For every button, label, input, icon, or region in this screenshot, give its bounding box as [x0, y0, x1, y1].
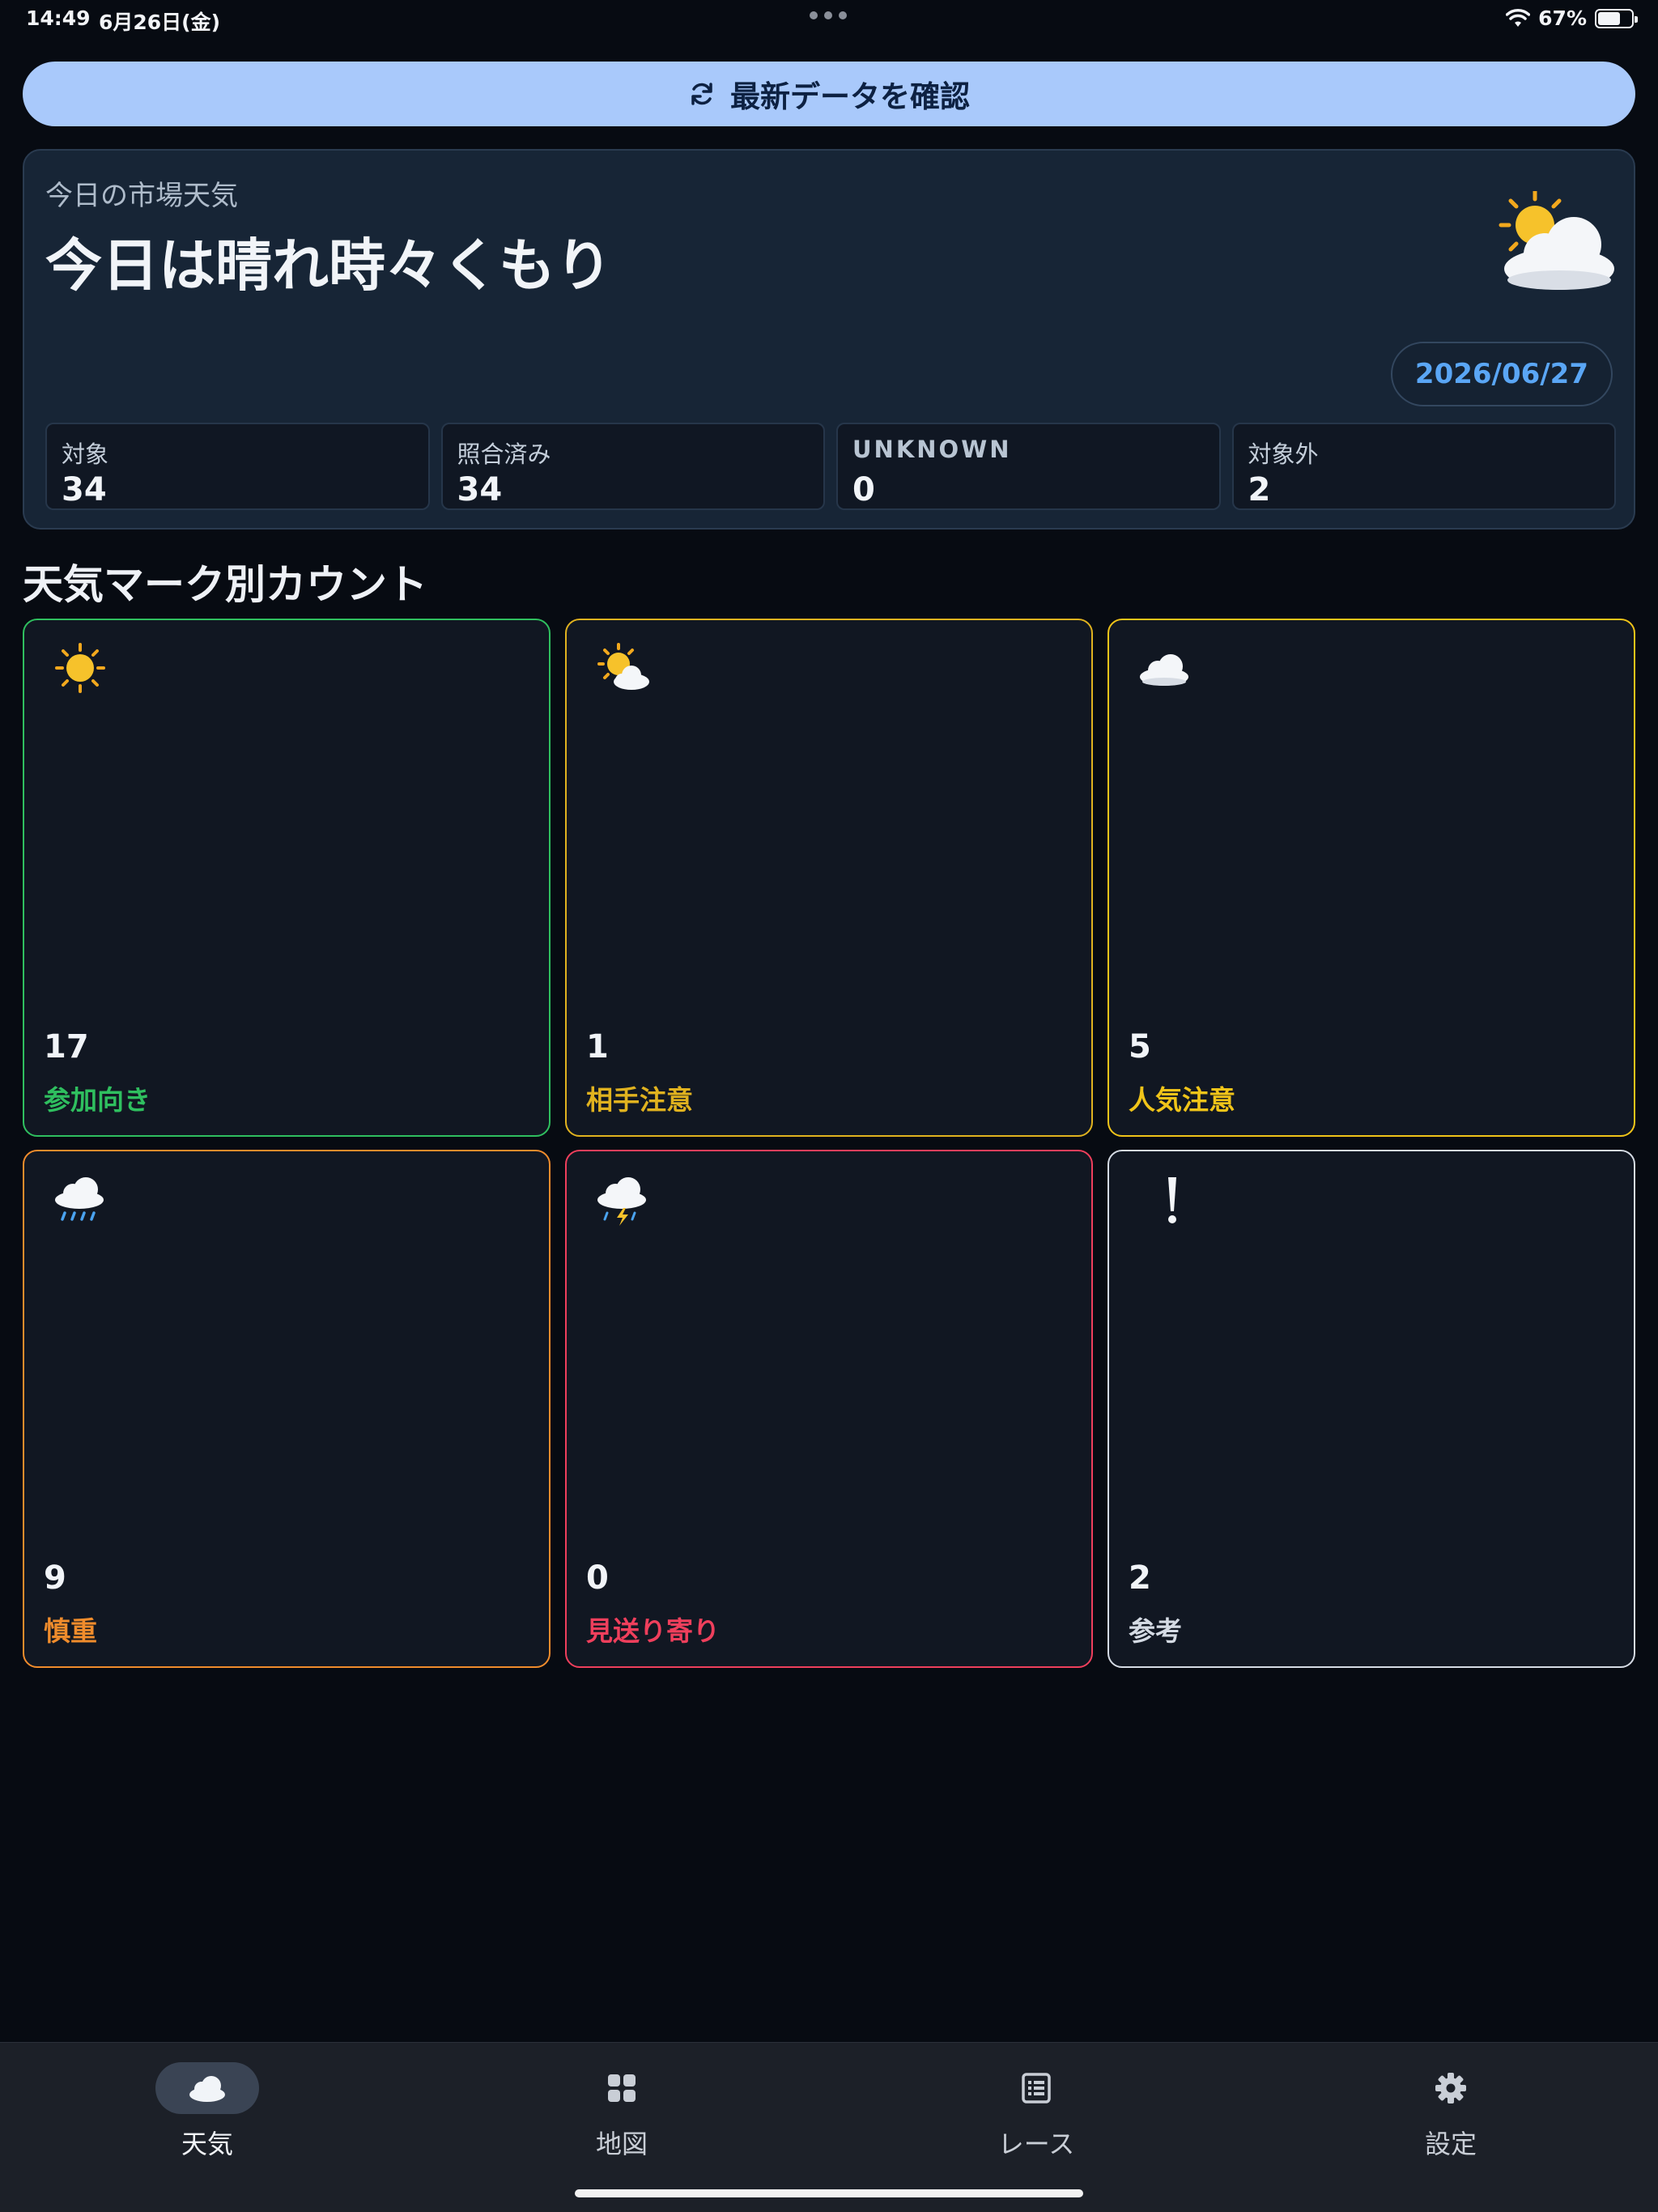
stat-matched: 照合済み 34: [440, 423, 825, 510]
home-indicator[interactable]: [575, 2189, 1083, 2197]
refresh-data-button[interactable]: 最新データを確認: [23, 62, 1635, 126]
section-title: 天気マーク別カウント: [23, 561, 427, 608]
multitasking-dots-icon[interactable]: [810, 11, 847, 19]
stat-value: 34: [457, 471, 503, 508]
summary-kicker: 今日の市場天気: [45, 180, 238, 212]
mark-card-careful[interactable]: 9 慎重: [23, 1150, 551, 1668]
mark-count: 0: [586, 1559, 609, 1597]
mark-label: 参考: [1129, 1615, 1182, 1647]
tab-settings[interactable]: 設定: [1244, 2043, 1658, 2164]
tab-label: 天気: [181, 2129, 233, 2159]
stat-value: 2: [1248, 471, 1271, 508]
tab-races[interactable]: レース: [829, 2043, 1244, 2164]
summary-headline: 今日は晴れ時々くもり: [45, 232, 612, 299]
mark-count: 17: [44, 1028, 89, 1066]
refresh-icon: [691, 83, 712, 105]
mark-label: 見送り寄り: [586, 1615, 720, 1647]
stat-value: 0: [852, 471, 875, 508]
cloud-icon: [189, 2076, 225, 2102]
stat-target: 対象 34: [45, 423, 430, 510]
stat-label: 対象外: [1248, 440, 1319, 468]
status-bar: 14:49 6月26日(金) 67%: [0, 0, 1658, 39]
stat-unknown: UNKNOWN 0: [836, 423, 1221, 510]
mark-label: 相手注意: [586, 1084, 693, 1116]
grid-icon: [608, 2074, 636, 2102]
tab-label: レース: [997, 2129, 1075, 2159]
battery-icon: [1595, 8, 1638, 28]
stat-label: 対象: [62, 440, 109, 468]
status-time: 14:49: [26, 6, 91, 30]
list-icon: [1022, 2073, 1051, 2104]
cloud-lightning-icon: [597, 1177, 646, 1226]
stat-excluded: 対象外 2: [1231, 423, 1616, 510]
tab-label: 地図: [595, 2129, 648, 2159]
cloud-icon: [1140, 654, 1188, 686]
stat-label: UNKNOWN: [852, 436, 1012, 463]
status-date: 6月26日(金): [99, 11, 221, 34]
mark-label: 参加向き: [44, 1084, 151, 1116]
sun-behind-cloud-icon: [597, 643, 649, 690]
mark-card-opponent-caution[interactable]: 1 相手注意: [565, 619, 1093, 1137]
mark-count: 5: [1129, 1028, 1151, 1066]
mark-label: 慎重: [44, 1615, 97, 1647]
mark-count: 2: [1129, 1559, 1151, 1597]
market-weather-summary-card: 今日の市場天気 今日は晴れ時々くもり 2026/06/27 対象 34 照合済み…: [23, 149, 1635, 530]
exclamation-icon: [1168, 1177, 1176, 1223]
battery-percent: 67%: [1538, 6, 1587, 30]
mark-count: 1: [586, 1028, 609, 1066]
mark-card-participate[interactable]: 17 参加向き: [23, 619, 551, 1137]
mark-card-reference[interactable]: 2 参考: [1107, 1150, 1635, 1668]
tab-label: 設定: [1424, 2129, 1477, 2159]
tab-bar: 天気 地図 レース 設定: [0, 2042, 1658, 2212]
stat-label: 照合済み: [457, 440, 551, 468]
tab-active-indicator: [155, 2062, 259, 2114]
mark-card-skip-leaning[interactable]: 0 見送り寄り: [565, 1150, 1093, 1668]
stat-value: 34: [62, 471, 107, 508]
wifi-icon: [1506, 8, 1531, 27]
refresh-button-label: 最新データを確認: [730, 79, 970, 114]
date-badge: 2026/06/27: [1390, 342, 1613, 406]
tab-map[interactable]: 地図: [414, 2043, 829, 2164]
mark-label: 人気注意: [1129, 1084, 1235, 1116]
gear-icon: [1435, 2073, 1466, 2104]
cloud-rain-icon: [55, 1177, 104, 1221]
summary-stats: 対象 34 照合済み 34 UNKNOWN 0 対象外 2: [45, 423, 1616, 510]
mark-count: 9: [44, 1559, 66, 1597]
sun-behind-cloud-icon: [1499, 191, 1614, 290]
sun-icon: [55, 643, 105, 693]
tab-weather[interactable]: 天気: [0, 2043, 414, 2164]
mark-card-popularity-caution[interactable]: 5 人気注意: [1107, 619, 1635, 1137]
